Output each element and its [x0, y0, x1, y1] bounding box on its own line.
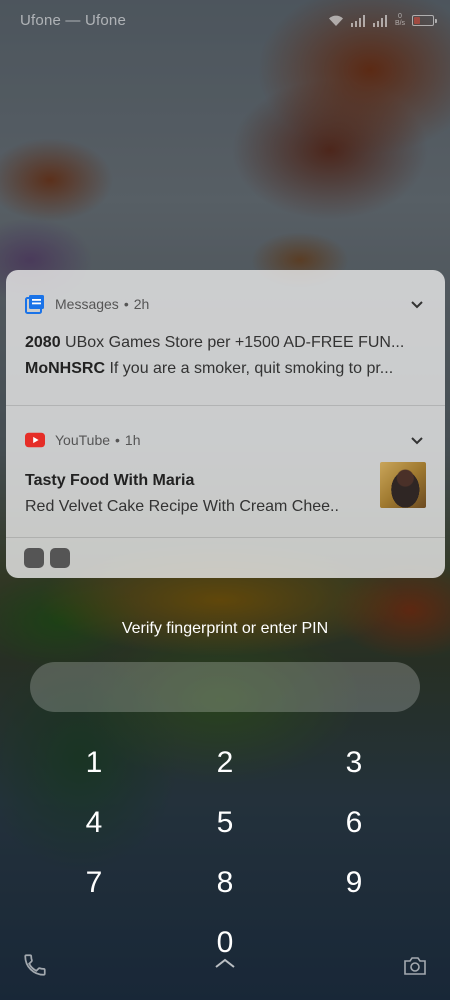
- separator-dot: •: [123, 296, 129, 312]
- phone-icon[interactable]: [22, 952, 48, 983]
- messages-icon: [25, 294, 45, 314]
- pin-input[interactable]: [30, 662, 420, 712]
- video-channel: Tasty Food With Maria: [25, 472, 195, 489]
- signal-icon-sim1: [350, 14, 366, 27]
- notification-time: 2h: [133, 296, 150, 312]
- message-text: UBox Games Store per +1500 AD-FREE FUN..…: [65, 334, 405, 351]
- key-4[interactable]: 4: [54, 798, 134, 848]
- message-lines: 2080 UBox Games Store per +1500 AD-FREE …: [25, 330, 423, 382]
- app-name: Messages: [55, 296, 119, 312]
- notification-header: YouTube • 1h: [25, 406, 426, 456]
- key-8[interactable]: 8: [185, 858, 265, 908]
- signal-icon-sim2: [372, 14, 388, 27]
- notification-footer: [6, 537, 445, 577]
- notification-header: Messages • 2h: [25, 270, 426, 320]
- video-lines: Tasty Food With Maria Red Velvet Cake Re…: [25, 468, 365, 520]
- key-5[interactable]: 5: [185, 798, 265, 848]
- youtube-icon: [25, 430, 45, 450]
- app-mini-icon: [50, 547, 70, 568]
- key-7[interactable]: 7: [54, 858, 134, 908]
- carrier-label: Ufone — Ufone: [20, 11, 126, 29]
- chevron-up-icon[interactable]: [213, 956, 237, 974]
- key-6[interactable]: 6: [314, 798, 394, 848]
- key-3[interactable]: 3: [314, 738, 394, 788]
- message-sender: 2080: [25, 334, 61, 351]
- message-sender: MoNHSRC: [25, 360, 105, 377]
- status-icons: 0 B/s: [328, 13, 437, 27]
- message-text: If you are a smoker, quit smoking to pr.…: [109, 360, 394, 377]
- status-bar: Ufone — Ufone 0 B/s: [0, 0, 450, 40]
- chevron-down-icon[interactable]: [411, 432, 423, 448]
- key-1[interactable]: 1: [54, 738, 134, 788]
- wifi-icon: [328, 14, 344, 27]
- network-speed: 0 B/s: [394, 13, 406, 27]
- key-9[interactable]: 9: [314, 858, 394, 908]
- notification-messages[interactable]: Messages • 2h 2080 UBox Games Store per …: [6, 270, 445, 405]
- battery-icon: [412, 14, 437, 26]
- app-name: YouTube: [55, 432, 111, 448]
- app-mini-icon: [24, 547, 44, 568]
- separator-dot: •: [115, 432, 120, 448]
- battery-level: [414, 16, 420, 24]
- video-title: Red Velvet Cake Recipe With Cream Chee..: [25, 498, 339, 515]
- network-speed-value: 0: [398, 13, 402, 20]
- chevron-down-icon[interactable]: [411, 296, 423, 312]
- video-thumbnail: [380, 462, 426, 508]
- message-line: 2080 UBox Games Store per +1500 AD-FREE …: [25, 330, 423, 356]
- notification-time: 1h: [124, 432, 141, 448]
- message-line: MoNHSRC If you are a smoker, quit smokin…: [25, 356, 423, 382]
- camera-icon[interactable]: [402, 954, 428, 983]
- key-2[interactable]: 2: [185, 738, 265, 788]
- network-speed-unit: B/s: [394, 20, 406, 27]
- unlock-prompt: Verify fingerprint or enter PIN: [121, 620, 329, 637]
- notification-panel: Messages • 2h 2080 UBox Games Store per …: [6, 270, 445, 578]
